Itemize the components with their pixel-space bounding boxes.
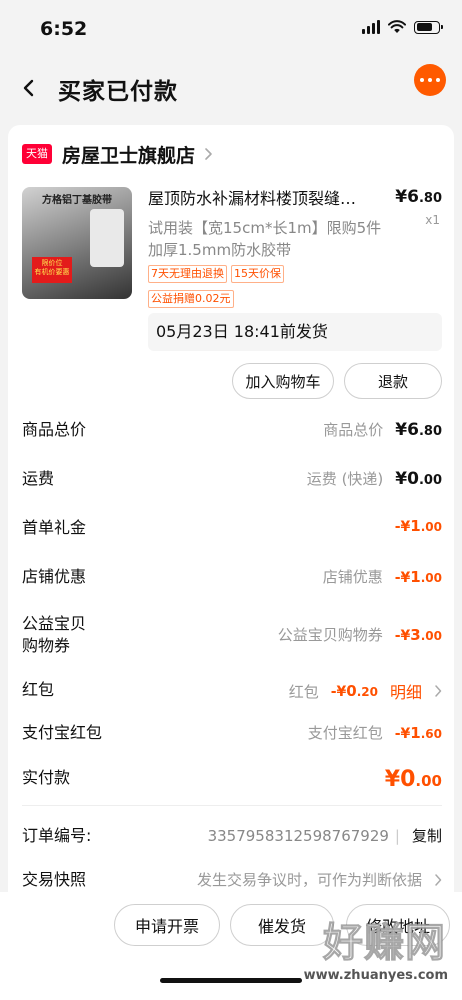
charity-tag: 公益捐赠0.02元 (148, 290, 234, 308)
first-gift-amount: -¥1.00 (394, 517, 442, 535)
battery-icon (414, 20, 443, 34)
product-title[interactable]: 屋顶防水补漏材料楼顶裂缝… (148, 185, 384, 209)
product-image[interactable]: 方格铝丁基胶带 限价位 有机价要惠 (22, 187, 132, 299)
urge-shipping-button[interactable]: 催发货 (230, 904, 334, 946)
home-indicator (160, 978, 302, 983)
shipping-amount: ¥0.00 (395, 469, 442, 489)
shop-name: 房屋卫士旗舰店 (62, 144, 196, 167)
tmall-badge: 天猫 (22, 144, 52, 164)
nav-bar: 买家已付款 (0, 60, 462, 116)
shop-discount-amount: -¥1.00 (394, 568, 442, 586)
ship-deadline: 05月23日 18:41前发货 (148, 313, 442, 351)
paid-amount: ¥0.00 (384, 767, 442, 792)
goods-total-amount: ¥6.80 (395, 420, 442, 440)
page-title: 买家已付款 (58, 79, 178, 105)
change-address-button[interactable]: 修改地址 (346, 904, 450, 946)
service-tags: 7天无理由退换 15天价保 (148, 265, 284, 283)
tag-7day-return: 7天无理由退换 (148, 265, 227, 283)
apply-invoice-button[interactable]: 申请开票 (114, 904, 220, 946)
wifi-icon (388, 20, 406, 33)
product-price: ¥6.80 (395, 187, 442, 207)
charity-coupon-amount: -¥3.00 (394, 626, 442, 644)
bottom-action-bar: 申请开票 催发货 修改地址 (0, 892, 462, 1000)
red-packet-detail-link[interactable]: 明细 (390, 679, 422, 703)
product-image-tag: 限价位 有机价要惠 (32, 257, 72, 283)
add-to-cart-button[interactable]: 加入购物车 (232, 363, 334, 399)
product-sku: 试用装【宽15cm*长1m】限购5件加厚1.5mm防水胶带 (148, 219, 382, 259)
divider (22, 805, 442, 806)
red-packet-amount: -¥0.20 (330, 682, 378, 700)
back-button[interactable] (18, 74, 42, 102)
copy-button[interactable]: 复制 (412, 827, 442, 845)
chevron-right-icon (435, 873, 442, 886)
chevron-right-icon (435, 685, 442, 697)
tape-roll-graphic (90, 209, 124, 267)
refund-button[interactable]: 退款 (344, 363, 442, 399)
alipay-red-amount: -¥1.60 (394, 724, 442, 742)
shop-header[interactable]: 天猫 房屋卫士旗舰店 (22, 141, 213, 167)
more-dots-icon (420, 78, 424, 82)
chevron-left-icon (23, 79, 34, 97)
product-image-title: 方格铝丁基胶带 (42, 195, 112, 206)
more-button[interactable] (414, 64, 446, 96)
order-card: 天猫 房屋卫士旗舰店 方格铝丁基胶带 限价位 有机价要惠 屋顶防水补漏材料楼顶裂… (8, 125, 454, 905)
status-icons (362, 20, 443, 34)
order-number: 3357958312598767929 (207, 827, 389, 845)
status-bar: 6:52 (0, 0, 462, 56)
status-time: 6:52 (40, 18, 88, 40)
tag-price-protect: 15天价保 (231, 265, 284, 283)
product-qty: x1 (425, 213, 440, 227)
signal-icon (362, 20, 380, 34)
chevron-right-icon (205, 148, 212, 160)
